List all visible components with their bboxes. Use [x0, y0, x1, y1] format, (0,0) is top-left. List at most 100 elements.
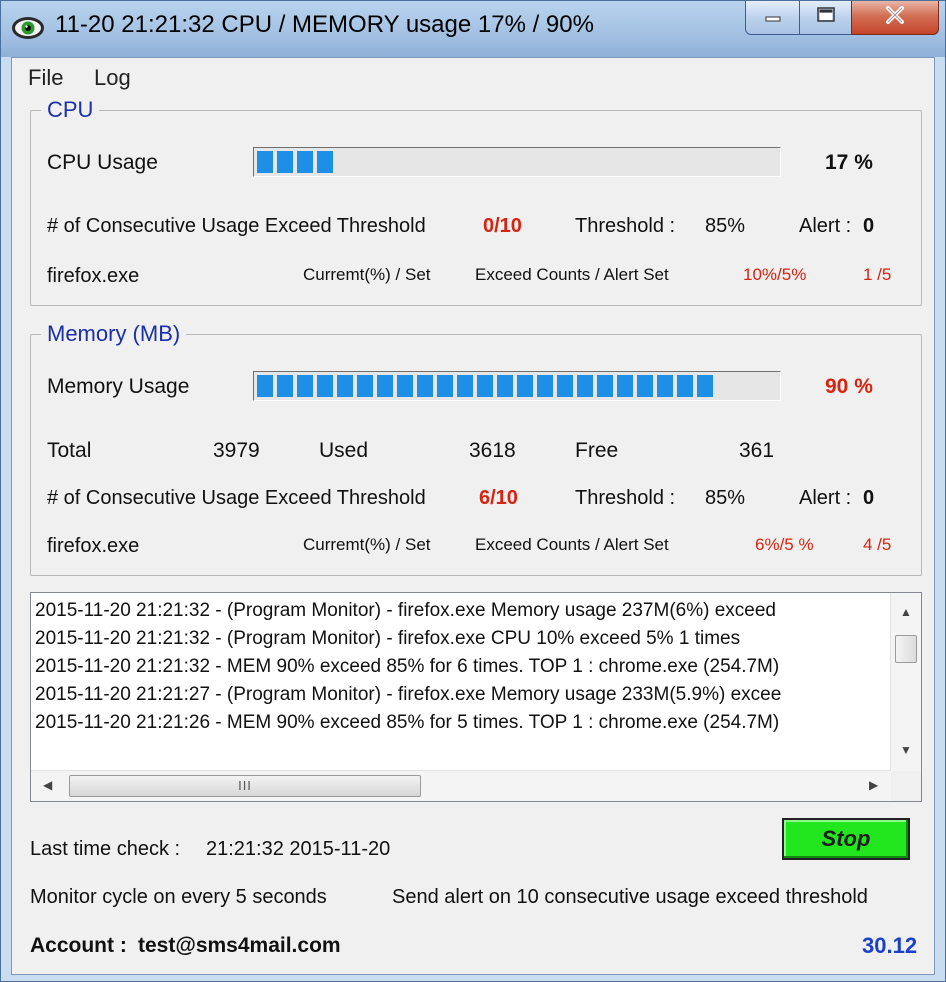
app-window: 11-20 21:21:32 CPU / MEMORY usage 17% / …: [0, 0, 946, 982]
memory-bar-segment: [597, 375, 613, 397]
scroll-up-icon[interactable]: ▲: [900, 605, 912, 619]
version-number: 30.12: [862, 933, 918, 958]
memory-bar-segment: [337, 375, 353, 397]
cpu-current-set-value: 10%/5%: [743, 265, 807, 284]
memory-bar-segment: [477, 375, 493, 397]
minimize-button[interactable]: [745, 1, 801, 35]
memory-bar-segment: [557, 375, 573, 397]
memory-bar-segment: [577, 375, 593, 397]
cpu-alert-value: 0: [863, 215, 875, 237]
cpu-threshold-value: 85%: [705, 215, 746, 237]
last-check-label: Last time check :: [30, 838, 181, 860]
cpu-usage-bar-fill: [257, 151, 345, 173]
memory-current-set-value: 6%/5 %: [755, 535, 814, 554]
log-lines: 2015-11-20 21:21:32 - (Program Monitor) …: [35, 597, 891, 767]
memory-total-label: Total: [47, 439, 92, 462]
memory-used-value: 3618: [469, 439, 516, 462]
memory-usage-percent: 90 %: [825, 375, 873, 398]
memory-bar-segment: [517, 375, 533, 397]
memory-bar-segment: [657, 375, 673, 397]
vertical-scroll-thumb[interactable]: [895, 635, 917, 663]
log-line[interactable]: 2015-11-20 21:21:27 - (Program Monitor) …: [35, 681, 891, 709]
memory-total-value: 3979: [213, 439, 260, 462]
cpu-group-title: CPU: [41, 97, 100, 123]
vertical-scrollbar[interactable]: ▲ ▼: [890, 593, 921, 771]
cpu-group: CPU CPU Usage 17 % # of Consecutive Usag…: [30, 97, 922, 306]
menu-bar: File Log: [12, 58, 934, 94]
cpu-bar-segment: [297, 151, 313, 173]
memory-consecutive-label: # of Consecutive Usage Exceed Threshold: [47, 487, 426, 509]
horizontal-scrollbar[interactable]: ◀ III ▶: [31, 770, 891, 801]
cpu-consecutive-label: # of Consecutive Usage Exceed Threshold: [47, 215, 426, 237]
memory-bar-segment: [437, 375, 453, 397]
memory-bar-segment: [457, 375, 473, 397]
memory-bar-segment: [537, 375, 553, 397]
cpu-bar-segment: [317, 151, 333, 173]
memory-bar-segment: [417, 375, 433, 397]
scroll-left-icon[interactable]: ◀: [43, 778, 52, 792]
window-title: 11-20 21:21:32 CPU / MEMORY usage 17% / …: [55, 11, 594, 38]
memory-usage-label: Memory Usage: [47, 375, 190, 398]
memory-threshold-label: Threshold :: [575, 487, 676, 509]
log-line[interactable]: 2015-11-20 21:21:26 - MEM 90% exceed 85%…: [35, 709, 891, 737]
maximize-button[interactable]: [799, 1, 853, 35]
account-label: Account :: [30, 934, 127, 957]
memory-bar-segment: [697, 375, 713, 397]
memory-bar-segment: [377, 375, 393, 397]
memory-process-name: firefox.exe: [47, 535, 140, 557]
menu-file[interactable]: File: [28, 65, 63, 91]
horizontal-scroll-thumb[interactable]: III: [69, 775, 421, 797]
cpu-threshold-label: Threshold :: [575, 215, 676, 237]
memory-exceed-alert-value: 4 /5: [863, 535, 892, 554]
cpu-bar-segment: [277, 151, 293, 173]
monitor-cycle-text: Monitor cycle on every 5 seconds: [30, 886, 327, 908]
cpu-consecutive-value: 0/10: [483, 215, 522, 237]
memory-threshold-value: 85%: [705, 487, 746, 509]
log-listbox[interactable]: 2015-11-20 21:21:32 - (Program Monitor) …: [30, 592, 922, 802]
close-button[interactable]: [851, 1, 939, 35]
memory-group-title: Memory (MB): [41, 321, 187, 347]
maximize-icon: [815, 5, 837, 30]
log-line[interactable]: 2015-11-20 21:21:32 - (Program Monitor) …: [35, 625, 891, 653]
scrollbar-corner: [891, 771, 921, 801]
memory-bar-segment: [397, 375, 413, 397]
cpu-usage-percent: 17 %: [825, 151, 873, 174]
cpu-process-name: firefox.exe: [47, 265, 140, 287]
cpu-exceed-alert-label: Exceed Counts / Alert Set: [475, 265, 669, 284]
client-area: File Log CPU CPU Usage 17 % # of Consecu…: [11, 57, 935, 975]
cpu-exceed-alert-value: 1 /5: [863, 265, 892, 284]
menu-log[interactable]: Log: [94, 65, 131, 91]
cpu-usage-bar: [253, 147, 781, 177]
memory-free-value: 361: [739, 439, 775, 462]
cpu-bar-segment: [257, 151, 273, 173]
cpu-usage-label: CPU Usage: [47, 151, 158, 174]
cpu-current-set-label: Curremt(%) / Set: [303, 265, 431, 284]
stop-button[interactable]: Stop: [782, 818, 910, 860]
memory-usage-bar: [253, 371, 781, 401]
memory-bar-segment: [317, 375, 333, 397]
title-bar[interactable]: 11-20 21:21:32 CPU / MEMORY usage 17% / …: [1, 1, 945, 53]
memory-usage-bar-fill: [257, 375, 725, 397]
memory-bar-segment: [497, 375, 513, 397]
last-check-value: 21:21:32 2015-11-20: [206, 838, 391, 860]
memory-current-set-label: Curremt(%) / Set: [303, 535, 431, 554]
scroll-right-icon[interactable]: ▶: [869, 778, 878, 792]
memory-alert-value: 0: [863, 487, 875, 509]
memory-consecutive-value: 6/10: [479, 487, 518, 509]
scroll-down-icon[interactable]: ▼: [900, 743, 912, 757]
log-line[interactable]: 2015-11-20 21:21:32 - (Program Monitor) …: [35, 597, 891, 625]
memory-alert-label: Alert :: [799, 487, 852, 509]
memory-bar-segment: [637, 375, 653, 397]
memory-exceed-alert-label: Exceed Counts / Alert Set: [475, 535, 669, 554]
minimize-icon: [763, 5, 783, 30]
memory-bar-segment: [257, 375, 273, 397]
memory-group: Memory (MB) Memory Usage 90 % Total 3979…: [30, 321, 922, 576]
memory-free-label: Free: [575, 439, 619, 462]
log-line[interactable]: 2015-11-20 21:21:32 - MEM 90% exceed 85%…: [35, 653, 891, 681]
close-icon: [883, 5, 907, 30]
eye-icon: [11, 11, 45, 45]
cpu-alert-label: Alert :: [799, 215, 852, 237]
memory-bar-segment: [297, 375, 313, 397]
memory-bar-segment: [677, 375, 693, 397]
memory-bar-segment: [357, 375, 373, 397]
